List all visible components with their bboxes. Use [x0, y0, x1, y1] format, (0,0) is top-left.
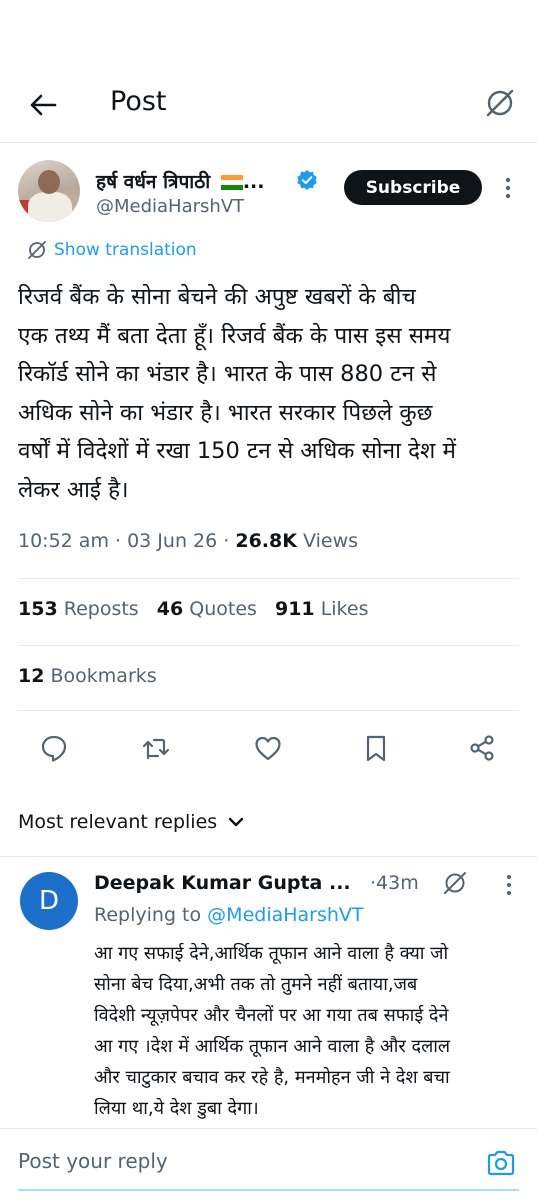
- avatar[interactable]: D: [20, 872, 78, 930]
- reply-text-line: आ गए ।देश में आर्थिक तूफान आने वाला है औ…: [94, 1036, 451, 1057]
- post-time: 10:52 am: [18, 530, 109, 552]
- post-text-line: अधिक सोने का भंडार है। भारत सरकार पिछले …: [18, 399, 433, 426]
- grok-icon: [28, 241, 46, 259]
- share-icon[interactable]: [462, 728, 502, 768]
- post-text-line: रिजर्व बैंक के सोना बेचने की अपुष्ट खबरो…: [18, 284, 416, 310]
- divider: [0, 856, 537, 857]
- like-icon[interactable]: [248, 728, 288, 768]
- reply-input[interactable]: Post your reply: [18, 1149, 168, 1173]
- grok-icon[interactable]: [483, 86, 517, 120]
- reply-time: ·43m: [370, 872, 419, 894]
- views-count: 26.8K: [235, 530, 297, 552]
- subscribe-button[interactable]: Subscribe: [344, 170, 482, 205]
- author-handle[interactable]: @MediaHarshVT: [96, 196, 244, 217]
- likes-stat[interactable]: 911 Likes: [275, 598, 369, 620]
- divider: [18, 578, 519, 579]
- replies-sort-label: Most relevant replies: [18, 811, 218, 833]
- bookmark-icon[interactable]: [356, 728, 396, 768]
- reply-text-line: लिया था,ये देश डुबा देगा।: [94, 1098, 259, 1119]
- replying-to: Replying to @MediaHarshVT: [94, 904, 364, 926]
- input-underline: [18, 1189, 519, 1191]
- views-label: Views: [303, 530, 359, 552]
- reply-item[interactable]: D Deepak Kumar Gupta ... ·43m Replying t…: [0, 858, 537, 1128]
- camera-icon[interactable]: [485, 1147, 517, 1179]
- top-bar: Post: [0, 70, 537, 140]
- reply-text: आ गए सफाई देने,आर्थिक तूफान आने वाला है …: [94, 938, 529, 1124]
- chevron-down-icon: [228, 817, 244, 827]
- reply-text-line: और चाटुकार बचाव कर रहे है, मनमोहन जी ने …: [94, 1067, 450, 1088]
- post-author: हर्ष वर्धन त्रिपाठी ... @MediaHarshVT Su…: [18, 160, 523, 232]
- reposts-stat[interactable]: 153 Reposts: [18, 598, 139, 620]
- repost-icon[interactable]: [136, 728, 176, 768]
- india-flag-icon: [220, 175, 243, 190]
- post-meta: 10:52 am · 03 Jun 26 · 26.8K Views: [18, 530, 359, 552]
- avatar[interactable]: [18, 160, 80, 222]
- show-translation-link[interactable]: Show translation: [26, 236, 197, 264]
- quotes-stat[interactable]: 46 Quotes: [157, 598, 257, 620]
- post-text-line: वर्षों में विदेशों में रखा 150 टन से अधि…: [18, 438, 456, 464]
- verified-badge-icon: [296, 169, 318, 191]
- post-date: 03 Jun 26: [127, 530, 218, 552]
- replies-sort-dropdown[interactable]: Most relevant replies: [18, 806, 245, 838]
- page-title: Post: [110, 86, 167, 117]
- post-text-line: एक तथ्य मैं बता देता हूँ। रिजर्व बैंक के…: [18, 322, 451, 349]
- engagement-stats: 153 Reposts 46 Quotes 911 Likes: [18, 598, 368, 620]
- show-translation-label: Show translation: [54, 240, 197, 260]
- post-text-line: रिकॉर्ड सोने का भंडार है। भारत के पास 88…: [18, 361, 437, 387]
- back-arrow-icon[interactable]: [26, 88, 60, 122]
- more-options-icon[interactable]: [500, 872, 518, 898]
- action-bar: [0, 728, 537, 768]
- post-text-line: लेकर आई है।: [18, 476, 129, 503]
- reply-icon[interactable]: [34, 728, 74, 768]
- reply-text-line: सोना बेच दिया,अभी तक तो तुमने नहीं बताया…: [94, 974, 418, 995]
- reply-author-name[interactable]: Deepak Kumar Gupta ...: [94, 872, 351, 894]
- divider: [18, 710, 519, 711]
- reply-text-line: आ गए सफाई देने,आर्थिक तूफान आने वाला है …: [94, 943, 449, 964]
- reply-composer: Post your reply: [0, 1128, 537, 1200]
- divider: [18, 645, 519, 646]
- post-text: रिजर्व बैंक के सोना बेचने की अपुष्ट खबरो…: [18, 278, 523, 509]
- header-divider: [0, 142, 537, 143]
- more-options-icon[interactable]: [498, 174, 518, 202]
- grok-icon[interactable]: [442, 870, 468, 896]
- replying-to-handle[interactable]: @MediaHarshVT: [207, 904, 363, 926]
- author-name[interactable]: हर्ष वर्धन त्रिपाठी ...: [96, 168, 264, 194]
- bookmarks-stat[interactable]: 12 Bookmarks: [18, 665, 157, 687]
- reply-text-line: विदेशी न्यूज़पेपर और चैनलों पर आ गया तब …: [94, 1005, 449, 1026]
